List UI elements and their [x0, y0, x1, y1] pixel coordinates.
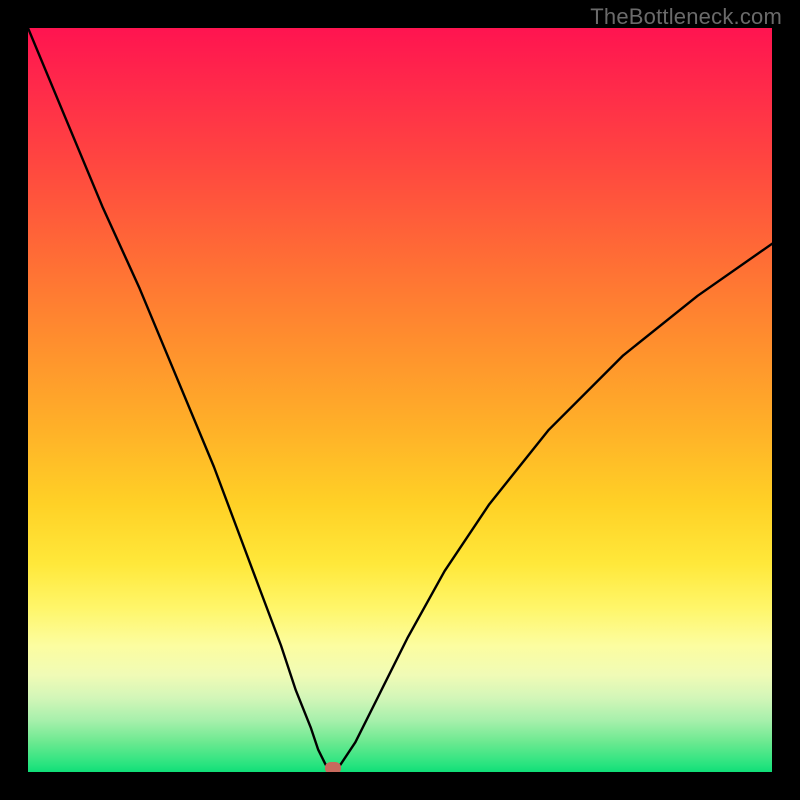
bottleneck-curve	[28, 28, 772, 772]
chart-frame: TheBottleneck.com	[0, 0, 800, 800]
plot-area	[28, 28, 772, 772]
curve-path	[28, 28, 772, 772]
optimum-marker	[325, 762, 341, 772]
watermark-text: TheBottleneck.com	[590, 4, 782, 30]
